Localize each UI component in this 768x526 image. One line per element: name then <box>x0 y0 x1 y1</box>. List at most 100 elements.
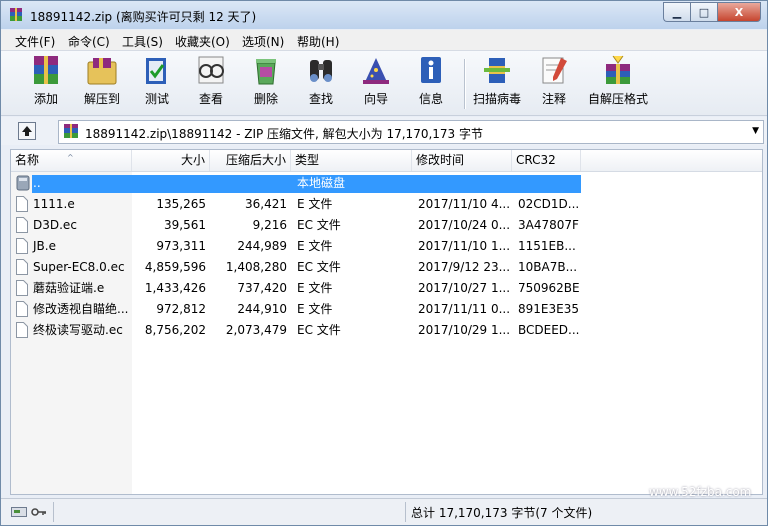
view-button[interactable]: 查看 <box>184 54 238 112</box>
scan-virus-label: 扫描病毒 <box>472 92 521 106</box>
wizard-hat-icon <box>363 58 389 84</box>
cell-modified: 2017/11/11 0... <box>418 302 511 316</box>
add-label: 添加 <box>33 92 58 106</box>
title-bar[interactable]: 18891142.zip (离购买许可只剩 12 天了) ▁ □ X <box>1 1 767 29</box>
col-header-modified[interactable]: 修改时间 <box>412 150 512 171</box>
test-label: 测试 <box>144 92 169 106</box>
toolbar: 添加 解压到 测试 查看 删除 查找 向导 信息 扫描病毒 注释 自解压格式 <box>1 51 767 116</box>
info-button[interactable]: 信息 <box>404 54 458 112</box>
zip-archive-icon <box>64 124 78 138</box>
sfx-label: 自解压格式 <box>587 92 648 106</box>
toolbar-separator <box>464 59 466 109</box>
menu-tools[interactable]: 工具(S) <box>122 33 163 50</box>
minimize-button[interactable]: ▁ <box>663 2 690 22</box>
menu-options[interactable]: 选项(N) <box>242 33 284 50</box>
sfx-archive-icon <box>606 55 630 84</box>
col-header-size[interactable]: 大小 <box>132 150 210 171</box>
list-header: 名称 ^ 大小 压缩后大小 类型 修改时间 CRC32 <box>11 150 762 172</box>
col-name-label: 名称 <box>15 153 40 167</box>
cell-type: E 文件 <box>297 281 333 295</box>
cell-crc: 3A47807F <box>518 218 579 232</box>
table-row[interactable]: JB.e 973,311 244,989 E 文件 2017/11/10 1..… <box>11 236 762 257</box>
table-row[interactable]: 修改透视自瞄绝... 972,812 244,910 E 文件 2017/11/… <box>11 299 762 320</box>
recycle-bin-icon <box>256 59 276 85</box>
file-icon <box>16 196 28 212</box>
scan-virus-icon <box>484 58 510 83</box>
address-dropdown-icon[interactable]: ▼ <box>752 126 759 136</box>
cell-modified: 2017/11/10 4... <box>418 197 511 211</box>
cell-type: E 文件 <box>297 302 333 316</box>
window-controls: ▁ □ X <box>663 2 761 22</box>
up-folder-icon[interactable] <box>18 122 36 140</box>
table-row-parent[interactable]: .. 本地磁盘 <box>11 173 762 194</box>
watermark: www.52fzba.com <box>649 485 752 499</box>
table-row[interactable]: Super-EC8.0.ec 4,859,596 1,408,280 EC 文件… <box>11 257 762 278</box>
file-icon <box>16 322 28 338</box>
binoculars-icon <box>310 60 332 82</box>
extract-to-button[interactable]: 解压到 <box>75 54 129 112</box>
cell-size: 135,265 <box>156 197 206 211</box>
winrar-window: 18891142.zip (离购买许可只剩 12 天了) ▁ □ X 文件(F)… <box>0 0 768 526</box>
file-icon <box>16 217 28 233</box>
col-header-crc[interactable]: CRC32 <box>512 150 581 171</box>
col-header-packed[interactable]: 压缩后大小 <box>210 150 291 171</box>
cell-name: 修改透视自瞄绝... <box>33 302 129 316</box>
cell-crc: BCDEED... <box>518 323 580 337</box>
comment-label: 注释 <box>541 92 566 106</box>
cell-name: 蘑菇验证端.e <box>33 281 105 295</box>
scan-virus-button[interactable]: 扫描病毒 <box>470 54 524 112</box>
view-label: 查看 <box>198 92 223 106</box>
delete-button[interactable]: 删除 <box>239 54 293 112</box>
file-icon <box>16 238 28 254</box>
menu-command[interactable]: 命令(C) <box>68 33 110 50</box>
file-icon <box>16 301 28 317</box>
cell-crc: 1151EB... <box>518 239 576 253</box>
cell-name: 终极读写驱动.ec <box>33 323 123 337</box>
cell-type: E 文件 <box>297 197 333 211</box>
col-header-name[interactable]: 名称 ^ <box>11 150 132 171</box>
find-label: 查找 <box>308 92 333 106</box>
cell-name: .. <box>33 176 41 190</box>
sfx-button[interactable]: 自解压格式 <box>583 54 653 112</box>
status-total: 总计 17,170,173 字节(7 个文件) <box>411 506 593 520</box>
menu-help[interactable]: 帮助(H) <box>297 33 339 50</box>
col-header-type[interactable]: 类型 <box>291 150 412 171</box>
add-button[interactable]: 添加 <box>19 54 73 112</box>
cell-crc: 02CD1D... <box>518 197 580 211</box>
cell-packed: 244,910 <box>237 302 287 316</box>
table-row[interactable]: 1111.e 135,265 36,421 E 文件 2017/11/10 4.… <box>11 194 762 215</box>
cell-crc: 10BA7B... <box>518 260 578 274</box>
cell-name: Super-EC8.0.ec <box>33 260 125 274</box>
test-checkmark-icon <box>146 58 166 84</box>
cell-modified: 2017/9/12 23... <box>418 260 511 274</box>
extract-folder-icon <box>87 58 117 85</box>
cell-size: 4,859,596 <box>144 260 206 274</box>
cell-packed: 1,408,280 <box>225 260 287 274</box>
file-list[interactable]: 名称 ^ 大小 压缩后大小 类型 修改时间 CRC32 .. 本地磁盘 1111… <box>10 149 763 495</box>
find-button[interactable]: 查找 <box>294 54 348 112</box>
key-icon <box>31 508 46 516</box>
cell-modified: 2017/10/27 1... <box>418 281 511 295</box>
table-row[interactable]: D3D.ec 39,561 9,216 EC 文件 2017/10/24 0..… <box>11 215 762 236</box>
table-row[interactable]: 终极读写驱动.ec 8,756,202 2,073,479 EC 文件 2017… <box>11 320 762 341</box>
close-button[interactable]: X <box>717 2 761 22</box>
cell-crc: 891E3E35 <box>518 302 579 316</box>
comment-button[interactable]: 注释 <box>527 54 581 112</box>
maximize-button[interactable]: □ <box>690 2 717 22</box>
address-bar: 18891142.zip\18891142 - ZIP 压缩文件, 解包大小为 … <box>1 117 767 145</box>
delete-label: 删除 <box>253 92 278 106</box>
menu-file[interactable]: 文件(F) <box>15 33 55 50</box>
cell-name: D3D.ec <box>33 218 77 232</box>
table-row[interactable]: 蘑菇验证端.e 1,433,426 737,420 E 文件 2017/10/2… <box>11 278 762 299</box>
cell-modified: 2017/11/10 1... <box>418 239 511 253</box>
cell-type: EC 文件 <box>297 323 341 337</box>
wizard-button[interactable]: 向导 <box>349 54 403 112</box>
address-combo[interactable]: 18891142.zip\18891142 - ZIP 压缩文件, 解包大小为 … <box>58 120 764 144</box>
test-button[interactable]: 测试 <box>130 54 184 112</box>
winrar-app-icon <box>10 8 22 21</box>
cell-name: JB.e <box>33 239 56 253</box>
menu-favorites[interactable]: 收藏夹(O) <box>175 33 230 50</box>
info-icon <box>421 57 441 83</box>
local-disk-icon <box>16 175 30 191</box>
cell-size: 8,756,202 <box>144 323 206 337</box>
